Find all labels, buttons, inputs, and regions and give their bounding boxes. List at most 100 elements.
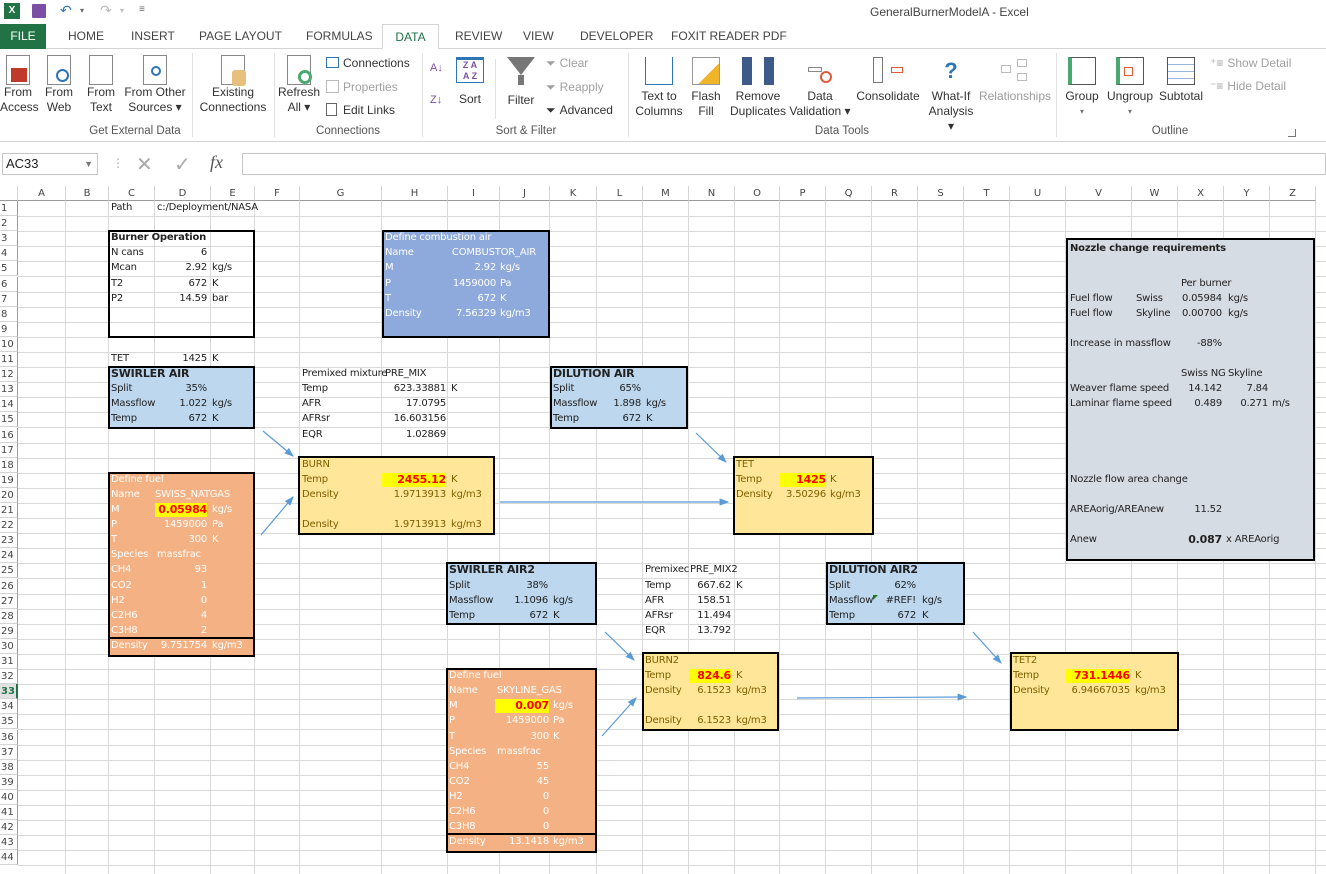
- combustion-air-value[interactable]: 2.92: [430, 261, 497, 275]
- dilution-air-title[interactable]: DILUTION AIR: [553, 367, 673, 381]
- tab-home[interactable]: HOME: [58, 24, 114, 49]
- formula-input[interactable]: [242, 153, 1326, 175]
- combustion-air-value[interactable]: 672: [430, 292, 497, 306]
- fuel2-density-unit[interactable]: kg/m3: [553, 835, 593, 849]
- column-header-a[interactable]: A: [18, 186, 66, 201]
- row-header-4[interactable]: 4: [0, 246, 18, 262]
- fuel1-value[interactable]: massfrac: [157, 548, 217, 562]
- premix2-row-value[interactable]: 667.62: [689, 579, 731, 593]
- premix-row-label[interactable]: Temp: [302, 382, 362, 396]
- row-header-10[interactable]: 10: [0, 336, 18, 352]
- combustion-air-value[interactable]: 7.56329: [430, 307, 496, 321]
- swirler-air2-title[interactable]: SWIRLER AIR2: [449, 563, 569, 577]
- fuel2-m-label[interactable]: M: [449, 699, 489, 713]
- fuel1-label[interactable]: CH4: [111, 563, 156, 577]
- column-header-y[interactable]: Y: [1224, 186, 1270, 201]
- nozzle-flame-unit[interactable]: m/s: [1272, 397, 1302, 411]
- row-header-33[interactable]: 33: [0, 684, 18, 700]
- combustion-air-value[interactable]: COMBUSTOR_AIR: [430, 246, 536, 260]
- fuel1-label[interactable]: H2: [111, 594, 156, 608]
- tet-temp-label[interactable]: Temp: [736, 473, 776, 487]
- row-header-17[interactable]: 17: [0, 442, 18, 458]
- fuel2-value[interactable]: massfrac: [497, 745, 557, 759]
- dilution-air2-value[interactable]: 62%: [872, 579, 916, 593]
- burner-op-value[interactable]: 672: [155, 277, 208, 291]
- fuel2-label[interactable]: CH4: [449, 760, 494, 774]
- nozzle-ratio-label[interactable]: AREAorig/AREAnew: [1070, 503, 1180, 517]
- fuel1-m-value[interactable]: 0.05984: [155, 503, 207, 517]
- burn2-to-tet2-arrow[interactable]: [796, 693, 968, 701]
- fuel2-label[interactable]: C2H6: [449, 805, 494, 819]
- premix-name[interactable]: PRE_MIX: [385, 367, 445, 381]
- from-other-sources-button[interactable]: From Other Sources ▾: [122, 55, 188, 115]
- burn-temp-unit[interactable]: K: [451, 473, 471, 487]
- nozzle-title[interactable]: Nozzle change requirements: [1070, 242, 1270, 256]
- row-header-44[interactable]: 44: [0, 850, 18, 866]
- nozzle-fuel-flow-label[interactable]: Fuel flow: [1070, 292, 1130, 306]
- row-header-5[interactable]: 5: [0, 261, 18, 277]
- nozzle-fuel-flow-label[interactable]: Fuel flow: [1070, 307, 1130, 321]
- burner-op-unit[interactable]: bar: [212, 292, 252, 306]
- fuel2-title[interactable]: Define fuel: [449, 669, 529, 683]
- row-header-37[interactable]: 37: [0, 744, 18, 760]
- dilution-air-value[interactable]: 672: [597, 412, 642, 426]
- row-header-30[interactable]: 30: [0, 638, 18, 654]
- dilution-air2-unit[interactable]: kg/s: [922, 594, 952, 608]
- row-header-19[interactable]: 19: [0, 472, 18, 488]
- dilution-air2-value[interactable]: 672: [872, 609, 917, 623]
- nozzle-flame-skyline[interactable]: 0.271: [1226, 397, 1268, 411]
- swirler2-to-burn2-arrow[interactable]: [604, 631, 635, 661]
- burn2-density-value[interactable]: 6.1523: [689, 684, 731, 698]
- filter-button[interactable]: Filter: [503, 55, 539, 108]
- nozzle-anew-unit[interactable]: x AREAorig: [1226, 533, 1296, 547]
- fuel1-name-label[interactable]: Name: [111, 488, 151, 502]
- ungroup-button[interactable]: Ungroup ▾: [1104, 55, 1156, 119]
- column-header-x[interactable]: X: [1178, 186, 1224, 201]
- premix2-row-label[interactable]: AFR: [645, 594, 685, 608]
- tab-data[interactable]: DATA: [382, 24, 439, 50]
- fuel2-name-label[interactable]: Name: [449, 684, 489, 698]
- fuel1-title[interactable]: Define fuel: [111, 473, 191, 487]
- nozzle-fuel-unit[interactable]: kg/s: [1228, 307, 1258, 321]
- hide-detail-button[interactable]: ⁻≡ Hide Detail: [1210, 79, 1286, 94]
- row-header-42[interactable]: 42: [0, 820, 18, 836]
- fuel1-name-value[interactable]: SWISS_NATGAS: [155, 488, 250, 502]
- premix-row-value[interactable]: 623.33881: [382, 382, 446, 396]
- error-indicator-icon[interactable]: [873, 594, 878, 600]
- tet2-density-value[interactable]: 6.94667035: [1066, 684, 1131, 698]
- nozzle-per-burner[interactable]: Per burner: [1181, 277, 1251, 291]
- redo-dropdown-icon[interactable]: ▾: [120, 6, 124, 15]
- row-header-2[interactable]: 2: [0, 216, 18, 232]
- fuel2-label[interactable]: CO2: [449, 775, 494, 789]
- refresh-all-button[interactable]: Refresh All ▾: [278, 55, 320, 115]
- nozzle-increase-value[interactable]: -88%: [1186, 337, 1222, 351]
- row-header-28[interactable]: 28: [0, 608, 18, 624]
- swirler-air2-unit[interactable]: kg/s: [553, 594, 583, 608]
- burn2-temp-value[interactable]: 824.6: [689, 669, 731, 684]
- tet-value[interactable]: 1425: [155, 352, 207, 366]
- tab-page-layout[interactable]: PAGE LAYOUT: [189, 24, 292, 49]
- column-header-c[interactable]: C: [109, 186, 155, 201]
- fuel2-density-value[interactable]: 13.1418: [495, 835, 549, 849]
- sort-z-a-button[interactable]: Z↓: [430, 93, 442, 108]
- row-header-38[interactable]: 38: [0, 759, 18, 775]
- relationships-button[interactable]: Relationships: [978, 55, 1052, 104]
- tab-formulas[interactable]: FORMULAS: [296, 24, 383, 49]
- burn-density2-value[interactable]: 1.9713913: [382, 518, 446, 532]
- nozzle-flame-label[interactable]: Laminar flame speed: [1070, 397, 1180, 411]
- row-header-18[interactable]: 18: [0, 457, 18, 473]
- burn2-density2-unit[interactable]: kg/m3: [736, 714, 776, 728]
- premix-label[interactable]: Premixed mixture: [302, 367, 387, 381]
- burn-density2-label[interactable]: Density: [302, 518, 362, 532]
- row-header-34[interactable]: 34: [0, 699, 18, 715]
- undo-icon[interactable]: ↶: [60, 2, 72, 19]
- row-header-14[interactable]: 14: [0, 397, 18, 413]
- fuel2-value[interactable]: 300: [495, 730, 550, 744]
- column-header-l[interactable]: L: [597, 186, 643, 201]
- tet2-temp-label[interactable]: Temp: [1013, 669, 1053, 683]
- connections-button[interactable]: Connections: [326, 56, 410, 71]
- premix2-row-value[interactable]: 158.51: [689, 594, 731, 608]
- tab-view[interactable]: VIEW: [513, 24, 564, 49]
- row-header-1[interactable]: 1: [0, 201, 18, 217]
- fuel1-label[interactable]: P: [111, 518, 156, 532]
